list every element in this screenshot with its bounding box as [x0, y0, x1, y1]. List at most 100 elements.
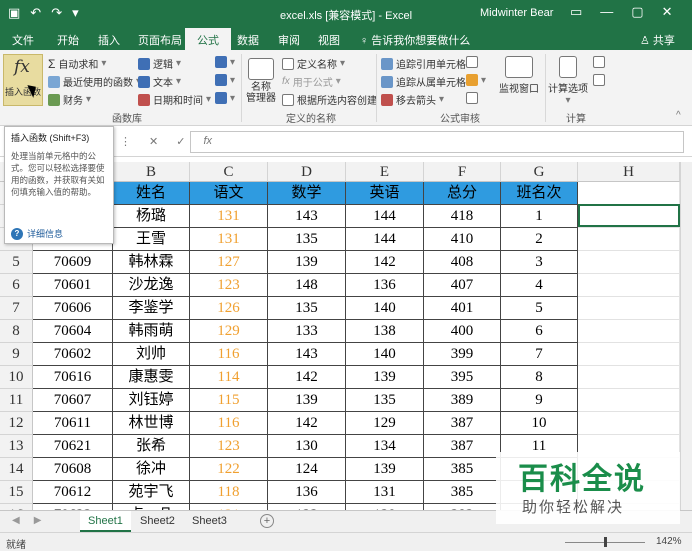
save-icon[interactable]: ▣ [8, 5, 20, 21]
table-cell[interactable]: 林世博 [113, 412, 190, 435]
table-cell[interactable]: 70604 [33, 320, 113, 343]
name-manager-button[interactable]: 名称 管理器 [245, 58, 277, 104]
table-cell[interactable]: 9 [501, 389, 578, 412]
header-cell[interactable]: 总分 [424, 182, 501, 205]
cell-h[interactable] [578, 389, 680, 412]
financial-button[interactable]: 财务 ▾ [48, 92, 91, 107]
tab-formulas[interactable]: 公式 [185, 28, 231, 50]
table-cell[interactable]: 136 [346, 274, 424, 297]
maximize-icon[interactable]: ▢ [631, 4, 643, 20]
column-header-b[interactable]: B [113, 162, 190, 182]
table-cell[interactable]: 122 [190, 458, 268, 481]
sheet-tab-2[interactable]: Sheet2 [132, 511, 183, 532]
table-cell[interactable]: 李鉴学 [113, 297, 190, 320]
more-functions-button[interactable]: ▾ [215, 92, 235, 104]
table-cell[interactable]: 1 [501, 205, 578, 228]
row-header[interactable]: 14 [0, 458, 33, 481]
row-header[interactable]: 15 [0, 481, 33, 504]
table-cell[interactable]: 142 [346, 251, 424, 274]
table-cell[interactable]: 139 [268, 389, 346, 412]
vertical-scrollbar[interactable] [680, 162, 692, 510]
tab-page-layout[interactable]: 页面布局 [138, 32, 182, 48]
close-icon[interactable]: ✕ [662, 4, 673, 20]
table-cell[interactable]: 刘帅 [113, 343, 190, 366]
table-cell[interactable]: 139 [346, 366, 424, 389]
table-cell[interactable]: 138 [346, 320, 424, 343]
tab-file[interactable]: 文件 [12, 32, 34, 48]
table-cell[interactable]: 139 [346, 458, 424, 481]
error-checking-button[interactable]: ▾ [466, 74, 486, 86]
table-cell[interactable]: 杨璐 [113, 205, 190, 228]
customize-toolbar-icon[interactable]: ▾ [72, 5, 79, 21]
sheet-prev-icon[interactable]: ◀ [12, 515, 20, 526]
table-cell[interactable]: 131 [190, 205, 268, 228]
cell-h[interactable] [578, 228, 680, 251]
row-header[interactable]: 5 [0, 251, 33, 274]
table-cell[interactable]: 407 [424, 274, 501, 297]
row-header[interactable]: 10 [0, 366, 33, 389]
table-cell[interactable]: 70616 [33, 366, 113, 389]
minimize-icon[interactable]: — [600, 4, 613, 20]
cell-h[interactable] [578, 251, 680, 274]
table-cell[interactable]: 136 [268, 481, 346, 504]
header-cell[interactable]: 数学 [268, 182, 346, 205]
row-header[interactable]: 6 [0, 274, 33, 297]
table-cell[interactable]: 135 [268, 228, 346, 251]
sheet-tab-3[interactable]: Sheet3 [184, 511, 235, 532]
more-icon[interactable]: ⋮ [120, 135, 131, 148]
use-in-formula-button[interactable]: fx 用于公式 ▾ [282, 74, 341, 89]
recent-functions-button[interactable]: 最近使用的函数▾ [48, 74, 141, 89]
table-cell[interactable]: 70608 [33, 458, 113, 481]
table-cell[interactable]: 142 [268, 412, 346, 435]
table-cell[interactable]: 129 [190, 320, 268, 343]
table-cell[interactable]: 6 [501, 320, 578, 343]
table-cell[interactable]: 126 [190, 297, 268, 320]
table-cell[interactable]: 70606 [33, 297, 113, 320]
define-name-button[interactable]: 定义名称 ▾ [282, 56, 345, 71]
table-cell[interactable]: 408 [424, 251, 501, 274]
cell-h[interactable] [578, 297, 680, 320]
table-cell[interactable]: 410 [424, 228, 501, 251]
table-cell[interactable]: 124 [268, 458, 346, 481]
table-cell[interactable]: 70612 [33, 481, 113, 504]
table-cell[interactable]: 苑宇飞 [113, 481, 190, 504]
table-cell[interactable]: 400 [424, 320, 501, 343]
table-cell[interactable]: 143 [268, 205, 346, 228]
table-cell[interactable]: 399 [424, 343, 501, 366]
undo-icon[interactable]: ↶ [30, 5, 41, 21]
column-header-f[interactable]: F [424, 162, 501, 182]
table-cell[interactable]: 144 [346, 205, 424, 228]
table-cell[interactable]: 116 [190, 343, 268, 366]
create-from-selection-button[interactable]: 根据所选内容创建 [282, 92, 377, 107]
column-header-e[interactable]: E [346, 162, 424, 182]
text-button[interactable]: 文本 ▾ [138, 74, 181, 89]
table-cell[interactable]: 135 [346, 389, 424, 412]
tooltip-more-info-link[interactable]: ? 详细信息 [11, 227, 63, 240]
watch-window-button[interactable]: 监视窗口 [497, 56, 541, 95]
table-cell[interactable]: 沙龙逸 [113, 274, 190, 297]
logical-button[interactable]: 逻辑 ▾ [138, 56, 181, 71]
insert-function-button[interactable]: fx 插入函数 [3, 54, 43, 106]
zoom-level[interactable]: 142% [656, 536, 682, 547]
user-name[interactable]: Midwinter Bear [480, 7, 553, 19]
table-cell[interactable]: 401 [424, 297, 501, 320]
header-cell[interactable]: 班名次 [501, 182, 578, 205]
row-header[interactable]: 8 [0, 320, 33, 343]
table-cell[interactable]: 129 [346, 412, 424, 435]
table-cell[interactable]: 395 [424, 366, 501, 389]
table-cell[interactable]: 115 [190, 389, 268, 412]
table-cell[interactable]: 王雪 [113, 228, 190, 251]
tell-me-search[interactable]: ♀ 告诉我你想要做什么 [360, 32, 470, 48]
table-cell[interactable]: 韩林霖 [113, 251, 190, 274]
cell-h[interactable] [578, 182, 680, 205]
sheet-tab-1[interactable]: Sheet1 [80, 511, 131, 532]
table-cell[interactable]: 127 [190, 251, 268, 274]
show-formulas-button[interactable] [466, 56, 478, 68]
table-cell[interactable]: 114 [190, 366, 268, 389]
column-header-h[interactable]: H [578, 162, 680, 182]
table-cell[interactable]: 韩雨萌 [113, 320, 190, 343]
table-cell[interactable]: 142 [268, 366, 346, 389]
table-cell[interactable]: 张希 [113, 435, 190, 458]
table-cell[interactable]: 徐冲 [113, 458, 190, 481]
trace-dependents-button[interactable]: 追踪从属单元格 [381, 74, 466, 89]
